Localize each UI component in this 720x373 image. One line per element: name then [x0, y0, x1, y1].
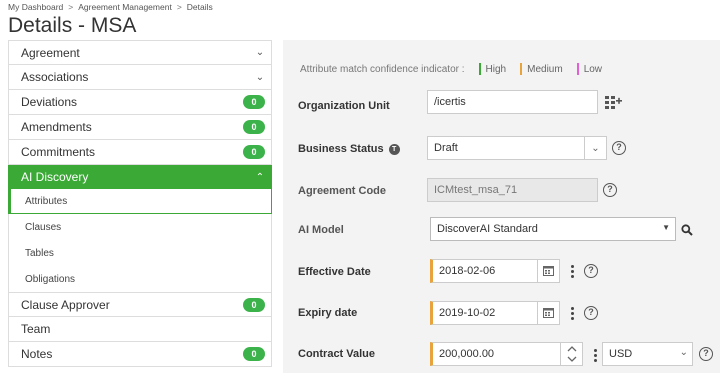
- sidebar: Agreement ⌄ Associations ⌄ Deviations 0 …: [8, 40, 272, 373]
- confidence-label: Attribute match confidence indicator :: [300, 63, 465, 75]
- expiry-date-label: Expiry date: [298, 307, 358, 319]
- count-badge: 0: [243, 120, 265, 134]
- number-stepper[interactable]: [560, 343, 582, 365]
- medium-marker-icon: [520, 63, 523, 75]
- sidebar-item-team[interactable]: Team: [8, 317, 272, 342]
- sidebar-item-label: Deviations: [21, 95, 78, 109]
- confidence-medium: Medium: [520, 63, 563, 75]
- help-icon[interactable]: ?: [584, 306, 598, 320]
- sidebar-item-notes[interactable]: Notes 0: [8, 342, 272, 367]
- chevron-down-icon: ⌄: [679, 347, 688, 358]
- business-status-label-text: Business Status: [298, 143, 384, 155]
- sidebar-item-agreement[interactable]: Agreement ⌄: [8, 40, 272, 65]
- page-title: Details - MSA: [8, 14, 137, 37]
- sidebar-item-label: Team: [21, 322, 51, 336]
- help-icon[interactable]: ?: [584, 264, 598, 278]
- search-icon[interactable]: [681, 223, 693, 236]
- info-icon[interactable]: T: [388, 143, 400, 155]
- contract-value-field[interactable]: 200,000.00: [430, 342, 583, 366]
- confidence-low: Low: [576, 63, 603, 75]
- ai-model-value: DiscoverAI Standard: [437, 223, 538, 235]
- expiry-date-field[interactable]: 2019-10-02: [430, 301, 560, 325]
- contract-value-value: 200,000.00: [439, 348, 495, 360]
- agreement-code-label: Agreement Code: [298, 185, 387, 197]
- low-marker-icon: [576, 63, 579, 75]
- more-options-icon[interactable]: [569, 265, 575, 278]
- more-options-icon[interactable]: [569, 307, 575, 320]
- sidebar-item-label: Commitments: [21, 145, 96, 159]
- count-badge: 0: [243, 95, 265, 109]
- sidebar-item-label: Amendments: [21, 120, 92, 134]
- business-status-select[interactable]: Draft ⌄: [427, 136, 607, 160]
- sidebar-item-ai-discovery[interactable]: AI Discovery ⌃: [8, 165, 272, 190]
- count-badge: 0: [243, 298, 265, 312]
- sidebar-item-label: Clause Approver: [21, 297, 110, 312]
- agreement-code-field: ICMtest_msa_71: [427, 178, 598, 202]
- business-status-value: Draft: [434, 142, 458, 154]
- sidebar-item-deviations[interactable]: Deviations 0: [8, 90, 272, 115]
- sidebar-item-commitments[interactable]: Commitments 0: [8, 140, 272, 165]
- sidebar-item-label: Associations: [21, 70, 89, 84]
- effective-date-field[interactable]: 2018-02-06: [430, 259, 560, 283]
- sidebar-item-label: Notes: [21, 347, 53, 361]
- confidence-indicator: Attribute match confidence indicator : H…: [300, 63, 602, 75]
- high-marker-icon: [478, 63, 481, 75]
- confidence-high: High: [478, 63, 507, 75]
- count-badge: 0: [243, 347, 265, 361]
- sidebar-subitem-tables[interactable]: Tables: [8, 240, 272, 266]
- org-unit-label: Organization Unit: [298, 100, 390, 112]
- confidence-level-label: Low: [583, 63, 603, 75]
- caret-down-icon: ▼: [662, 223, 670, 232]
- effective-date-label: Effective Date: [298, 266, 371, 278]
- sidebar-item-amendments[interactable]: Amendments 0: [8, 115, 272, 140]
- attributes-panel: Attribute match confidence indicator : H…: [283, 40, 720, 373]
- breadcrumb-link-dashboard[interactable]: My Dashboard: [8, 2, 63, 12]
- help-icon[interactable]: ?: [612, 141, 626, 155]
- currency-select[interactable]: USD ⌄: [602, 342, 693, 366]
- breadcrumb: My Dashboard > Agreement Management > Detail…: [8, 2, 213, 12]
- ai-model-label: AI Model: [298, 224, 344, 236]
- chevron-down-icon: ⌄: [255, 71, 265, 83]
- sidebar-subitem-obligations[interactable]: Obligations: [8, 266, 272, 292]
- help-icon[interactable]: ?: [603, 183, 617, 197]
- effective-date-value: 2018-02-06: [439, 265, 496, 277]
- sidebar-item-label: Agreement: [21, 45, 80, 60]
- confidence-level-label: High: [485, 63, 507, 75]
- contract-value-label: Contract Value: [298, 348, 376, 360]
- chevron-down-icon: ⌄: [584, 137, 606, 159]
- calendar-icon[interactable]: [537, 260, 559, 282]
- count-badge: 0: [243, 145, 265, 159]
- sidebar-item-clause-approver[interactable]: Clause Approver 0: [8, 292, 272, 317]
- chevron-down-icon: ⌄: [255, 47, 265, 58]
- currency-value: USD: [609, 348, 633, 360]
- calendar-icon[interactable]: [537, 302, 559, 324]
- ai-model-select[interactable]: DiscoverAI Standard ▼: [430, 217, 676, 241]
- sidebar-item-label: AI Discovery: [21, 170, 89, 184]
- breadcrumb-separator: >: [68, 2, 74, 12]
- expiry-date-value: 2019-10-02: [439, 307, 496, 319]
- help-icon[interactable]: ?: [699, 347, 713, 361]
- chevron-up-icon: ⌃: [255, 171, 265, 183]
- sidebar-subitem-attributes[interactable]: Attributes: [8, 188, 272, 214]
- org-tree-picker-icon[interactable]: [604, 95, 622, 109]
- business-status-label: Business Status T: [298, 143, 400, 155]
- breadcrumb-link-agreement-management[interactable]: Agreement Management: [78, 2, 172, 12]
- org-unit-field[interactable]: /icertis: [427, 90, 598, 114]
- more-options-icon[interactable]: [592, 349, 598, 362]
- sidebar-item-associations[interactable]: Associations ⌄: [8, 65, 272, 90]
- sidebar-subitem-clauses[interactable]: Clauses: [8, 214, 272, 240]
- breadcrumb-current: Details: [186, 2, 213, 12]
- confidence-level-label: Medium: [527, 63, 563, 75]
- breadcrumb-separator: >: [176, 2, 182, 12]
